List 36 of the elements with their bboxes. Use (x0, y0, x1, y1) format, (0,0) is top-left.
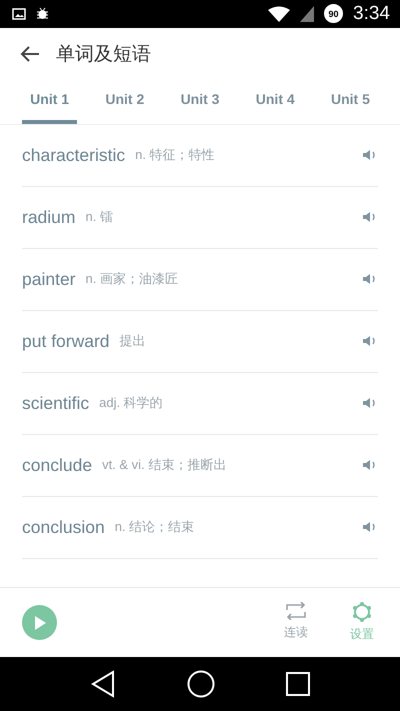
image-icon (12, 8, 26, 20)
meaning-text: n. 结论；结束 (114, 518, 196, 536)
meaning-text: n. 画家；油漆匠 (86, 270, 179, 288)
home-icon[interactable] (186, 670, 215, 698)
battery-icon: 90 (324, 4, 344, 24)
settings-button[interactable]: 设置 (344, 602, 380, 644)
meaning-text: n. 特征；特性 (135, 146, 216, 164)
word-text: conclusion (22, 516, 105, 538)
word-text: conclude (22, 454, 92, 476)
meaning-text: 提出 (120, 332, 147, 350)
repeat-icon (285, 602, 307, 620)
back-arrow-icon[interactable] (20, 46, 40, 62)
signal-icon (300, 6, 314, 22)
back-icon[interactable] (90, 670, 116, 698)
wifi-icon (268, 6, 290, 22)
word-text: scientific (22, 392, 90, 414)
word-text: put forward (22, 330, 110, 352)
meaning-text: adj. 科学的 (99, 394, 164, 412)
word-text: painter (22, 268, 76, 290)
page-title: 单词及短语 (56, 42, 151, 67)
unit-tab[interactable]: Unit 5 (322, 80, 378, 124)
meaning-text: vt. & vi. 结束；推断出 (102, 456, 228, 474)
word-text: characteristic (22, 144, 126, 166)
unit-tab[interactable]: Unit 1 (22, 80, 78, 124)
meaning-text: n. 镭 (86, 208, 114, 226)
word-text: radium (22, 206, 76, 228)
recents-icon[interactable] (286, 672, 310, 696)
gear-icon (352, 602, 372, 622)
unit-tab[interactable]: Unit 2 (97, 80, 152, 124)
unit-tab[interactable]: Unit 4 (248, 80, 303, 124)
repeat-button[interactable]: 连读 (278, 602, 314, 644)
play-icon (34, 616, 46, 630)
bug-icon (36, 7, 49, 20)
unit-tab[interactable]: Unit 3 (172, 80, 228, 124)
clock-text: 3:34 (353, 2, 390, 25)
play-button[interactable] (22, 605, 57, 640)
